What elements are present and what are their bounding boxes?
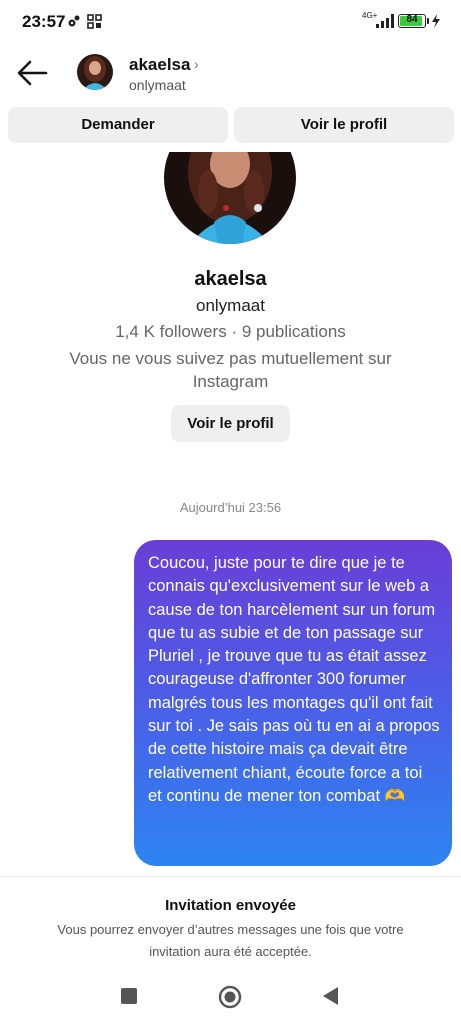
message-bubble[interactable]: Coucou, juste pour te dire que je te con… (134, 540, 452, 866)
back-arrow-icon[interactable] (16, 58, 50, 88)
home-button[interactable] (218, 985, 242, 1009)
chat-header: akaelsa › onlymaat (0, 44, 461, 104)
invitation-title: Invitation envoyée (165, 897, 296, 914)
avatar[interactable] (77, 54, 113, 90)
header-handle: onlymaat (129, 77, 186, 93)
charging-icon (432, 14, 440, 28)
invitation-text: Vous pourrez envoyer d’autres messages u… (57, 922, 404, 959)
profile-name: akaelsa (194, 268, 267, 290)
status-bar: 23:57 4G+ 84 (0, 0, 461, 44)
recent-apps-button[interactable] (121, 988, 137, 1004)
request-button[interactable]: Demander (8, 107, 228, 143)
grid-notification-icon (87, 14, 102, 29)
nav-back-icon[interactable] (320, 985, 340, 1007)
mutual-follow-note: Vous ne vous suivez pas mutuellement sur… (69, 349, 392, 391)
battery-icon: 84 (398, 14, 429, 28)
view-profile-button-secondary[interactable]: Voir le profil (171, 405, 290, 442)
header-username[interactable]: akaelsa (129, 55, 190, 75)
chevron-right-icon[interactable]: › (194, 56, 199, 72)
status-time: 23:57 (22, 12, 66, 31)
divider (0, 876, 461, 877)
battery-level: 84 (406, 14, 418, 25)
settings-notification-icon (68, 15, 80, 27)
view-profile-button[interactable]: Voir le profil (234, 107, 454, 143)
profile-stats: 1,4 K followers · 9 publications (115, 322, 346, 341)
profile-handle: onlymaat (196, 296, 265, 315)
signal-icon (376, 14, 394, 28)
message-timestamp: Aujourd’hui 23:56 (179, 500, 282, 515)
